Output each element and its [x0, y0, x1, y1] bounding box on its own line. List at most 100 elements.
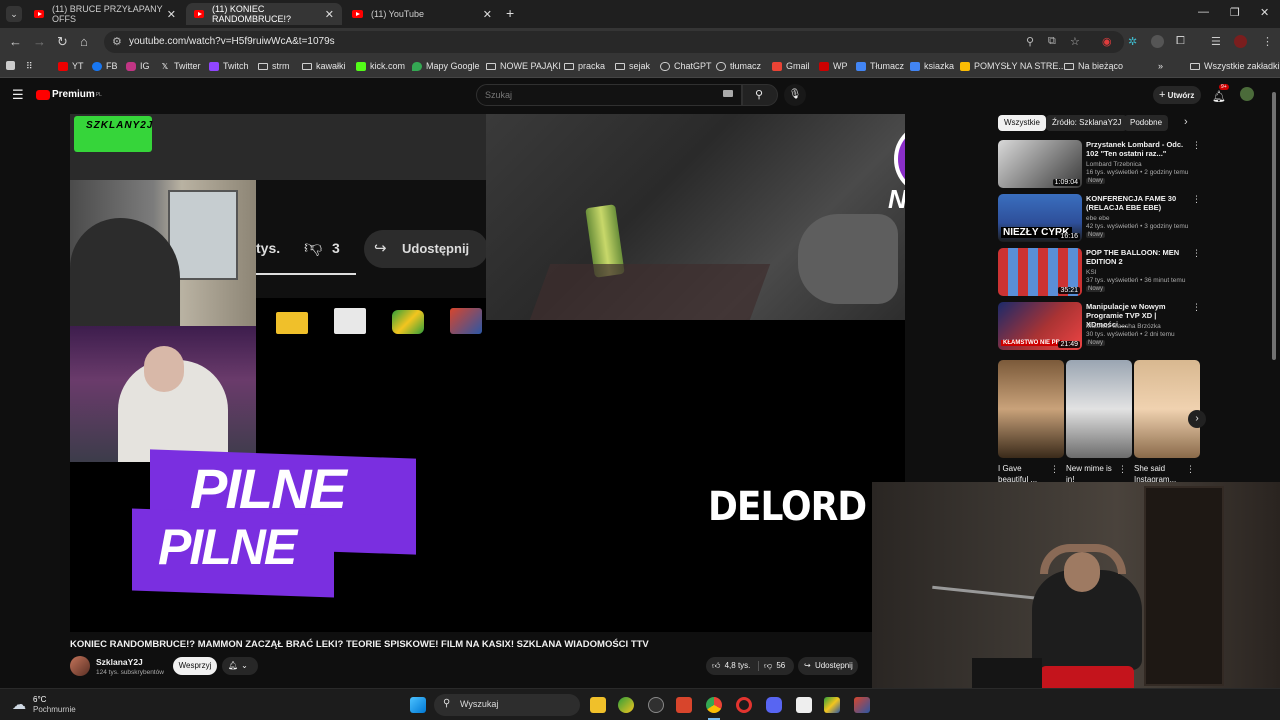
- tab-1[interactable]: (11) BRUCE PRZYŁAPANY OFFS ✕: [26, 3, 184, 25]
- apps-icon[interactable]: [6, 61, 19, 70]
- close-icon[interactable]: ✕: [325, 8, 334, 21]
- new-tab-button[interactable]: +: [506, 5, 514, 21]
- channel-avatar[interactable]: [70, 656, 90, 676]
- bookmark-fb[interactable]: FB: [92, 61, 118, 71]
- support-button[interactable]: Wesprzyj: [173, 657, 217, 675]
- bookmark-tlumacz-2[interactable]: Tłumacz: [856, 61, 904, 71]
- more-options-icon[interactable]: ⋮: [1118, 464, 1127, 475]
- bookmark-ig[interactable]: IG: [126, 61, 150, 71]
- grid-icon[interactable]: ⠿: [26, 61, 33, 72]
- bookmark-twitch[interactable]: Twitch: [209, 61, 249, 71]
- page-scrollbar[interactable]: [1272, 92, 1276, 360]
- bookmark-twitter[interactable]: 𝕏 Twitter: [160, 61, 201, 71]
- restore-icon[interactable]: ❐: [1230, 6, 1240, 19]
- opera-icon[interactable]: [736, 697, 752, 713]
- site-info-icon[interactable]: ⚙: [112, 35, 122, 48]
- weather-temp[interactable]: 6°C: [33, 695, 46, 704]
- puzzle-icon[interactable]: ⧠: [1176, 35, 1189, 48]
- like-button[interactable]: 👍︎ 4,8 tys.: [712, 657, 750, 675]
- close-icon[interactable]: ✕: [167, 8, 176, 21]
- menu-icon[interactable]: ⋮: [1262, 35, 1275, 48]
- record-icon[interactable]: ◉: [1102, 35, 1112, 48]
- shield-icon[interactable]: [618, 697, 634, 713]
- app-icon[interactable]: [854, 697, 870, 713]
- bookmark-tlumacz[interactable]: tłumacz: [716, 61, 761, 71]
- hamburger-icon[interactable]: ☰: [12, 87, 24, 103]
- more-options-icon[interactable]: ⋮: [1192, 194, 1201, 205]
- more-options-icon[interactable]: ⋮: [1186, 464, 1195, 475]
- search-input[interactable]: Szukaj: [485, 90, 512, 100]
- list-item[interactable]: 1:09:04 Przystanek Lombard - Odc. 102 "T…: [998, 140, 1201, 192]
- reading-list-icon[interactable]: ☰: [1211, 35, 1224, 48]
- dislike-button[interactable]: 👎︎ 56: [764, 657, 785, 675]
- chip-all[interactable]: Wszystkie: [998, 115, 1046, 131]
- taskbar-search[interactable]: ⚲ Wyszukaj: [434, 694, 580, 716]
- profile-avatar[interactable]: [1234, 35, 1247, 48]
- bookmark-strm[interactable]: strm: [258, 61, 290, 71]
- notifications-button[interactable]: 🔔︎ 9+: [1212, 84, 1229, 105]
- home-icon[interactable]: ⌂: [80, 34, 88, 49]
- weather-desc[interactable]: Pochmurnie: [33, 705, 76, 714]
- close-window-icon[interactable]: ✕: [1260, 6, 1269, 19]
- more-options-icon[interactable]: ⋮: [1192, 302, 1201, 313]
- tab-search-button[interactable]: ⌄: [6, 6, 22, 22]
- forward-icon[interactable]: →: [33, 34, 46, 49]
- app-icon[interactable]: [824, 697, 840, 713]
- more-options-icon[interactable]: ⋮: [1192, 140, 1201, 151]
- extension-icon[interactable]: [1151, 35, 1164, 48]
- create-button[interactable]: + Utwórz: [1153, 86, 1201, 104]
- list-item[interactable]: 35:21 POP THE BALLOON: MEN EDITION 2 KSI…: [998, 248, 1201, 300]
- extension-icon[interactable]: ✲: [1128, 35, 1141, 48]
- list-item[interactable]: NIEZŁY CYRK 16:16 KONFERENCJA FAME 30 (R…: [998, 194, 1201, 246]
- app-icon[interactable]: [676, 697, 692, 713]
- bookmark-maps[interactable]: Mapy Google: [412, 61, 480, 71]
- bookmark-nowe-pajaki[interactable]: NOWE PAJĄKI: [486, 61, 561, 71]
- more-bookmarks-icon[interactable]: »: [1158, 61, 1163, 71]
- window-icon[interactable]: [796, 697, 812, 713]
- minimize-icon[interactable]: —: [1198, 6, 1209, 18]
- share-button[interactable]: ↪ Udostępnij: [798, 657, 858, 675]
- more-options-icon[interactable]: ⋮: [1192, 248, 1201, 259]
- chevron-right-icon[interactable]: ›: [1184, 116, 1188, 128]
- address-bar[interactable]: ⚙ youtube.com/watch?v=H5f9ruiwWcA&t=1079…: [104, 31, 1124, 53]
- tab-3[interactable]: (11) YouTube ✕: [344, 3, 500, 25]
- bookmark-na-biezaco[interactable]: Na bieżąco: [1064, 61, 1123, 71]
- notifications-toggle[interactable]: 🔔︎ ⌄: [222, 657, 258, 675]
- voice-search-button[interactable]: 🎙: [784, 84, 806, 106]
- bookmark-yt[interactable]: YT: [58, 61, 84, 71]
- bookmark-pracka[interactable]: pracka: [564, 61, 605, 71]
- bookmark-pomysly[interactable]: POMYSŁY NA STRE...: [960, 61, 1066, 71]
- tab-2[interactable]: (11) KONIEC RANDOMBRUCE!? ✕: [186, 3, 342, 25]
- app-icon[interactable]: [648, 697, 664, 713]
- bookmark-gmail[interactable]: Gmail: [772, 61, 810, 71]
- windows-start-icon[interactable]: [410, 697, 426, 713]
- shorts-next-button[interactable]: ›: [1188, 410, 1206, 428]
- video-player[interactable]: SZKLANY2J tys. 👎︎ 3 ↪ Udostępnij K NEWS …: [70, 114, 905, 632]
- chrome-icon[interactable]: [706, 697, 722, 713]
- discord-icon[interactable]: [766, 697, 782, 713]
- file-explorer-icon[interactable]: [590, 697, 606, 713]
- search-box[interactable]: Szukaj: [476, 84, 742, 106]
- chip-source[interactable]: Źródło: SzklanaY2J: [1046, 115, 1128, 131]
- all-bookmarks[interactable]: Wszystkie zakładki: [1190, 61, 1280, 71]
- short-thumbnail[interactable]: [1066, 360, 1132, 458]
- channel-name[interactable]: SzklanaY2J: [96, 657, 143, 667]
- bookmark-ksiazka[interactable]: ksiazka: [910, 61, 954, 71]
- install-icon[interactable]: ⧉: [1048, 35, 1056, 48]
- bookmark-kawalki[interactable]: kawałki: [302, 61, 346, 71]
- bookmark-sejak[interactable]: sejak: [615, 61, 650, 71]
- taskbar-search-input[interactable]: Wyszukaj: [460, 699, 498, 709]
- search-button[interactable]: ⚲: [742, 84, 778, 106]
- short-thumbnail[interactable]: [998, 360, 1064, 458]
- zoom-icon[interactable]: ⚲: [1026, 35, 1034, 48]
- bookmark-star-icon[interactable]: ☆: [1070, 35, 1080, 48]
- avatar[interactable]: [1240, 87, 1254, 101]
- chip-related[interactable]: Podobne: [1124, 115, 1169, 131]
- close-icon[interactable]: ✕: [483, 8, 492, 21]
- list-item[interactable]: KŁAMSTWO NIE PR 21:49 Manipulacje w Nowy…: [998, 302, 1201, 354]
- youtube-logo[interactable]: Premium PL: [36, 89, 102, 100]
- bookmark-kick[interactable]: kick.com: [356, 61, 405, 71]
- back-icon[interactable]: ←: [9, 34, 22, 49]
- more-options-icon[interactable]: ⋮: [1050, 464, 1059, 475]
- bookmark-chatgpt[interactable]: ChatGPT: [660, 61, 712, 71]
